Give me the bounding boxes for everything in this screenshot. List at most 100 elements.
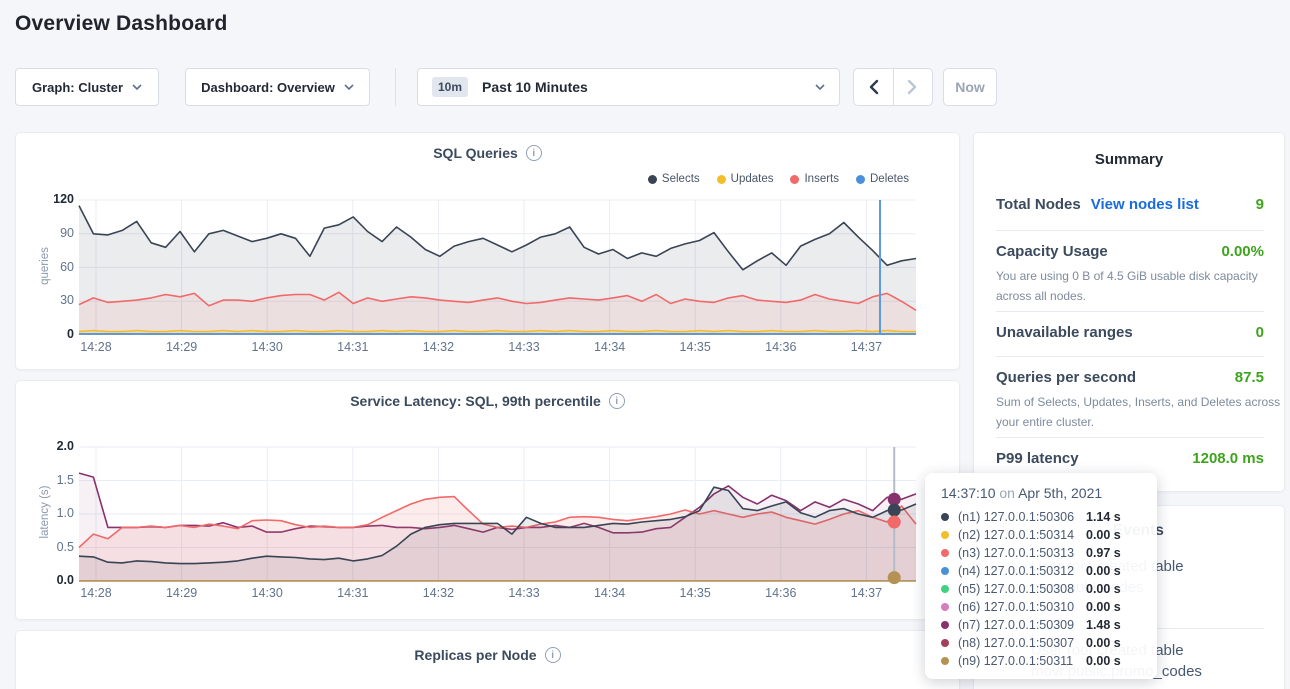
- x-axis-tick: 14:37: [844, 586, 888, 600]
- page-title: Overview Dashboard: [15, 12, 228, 36]
- summary-title: Summary: [974, 151, 1284, 168]
- info-icon[interactable]: i: [545, 647, 561, 663]
- time-range-dropdown[interactable]: 10m Past 10 Minutes: [417, 68, 840, 106]
- x-axis-tick: 14:36: [759, 586, 803, 600]
- y-axis-tick: 1.5: [30, 473, 74, 487]
- tooltip-node-value: 0.00 s: [1086, 654, 1121, 668]
- view-nodes-list-link[interactable]: View nodes list: [1091, 196, 1199, 213]
- series-dot-icon: [941, 585, 949, 593]
- chevron-down-icon: [344, 84, 354, 90]
- divider: [996, 356, 1264, 357]
- x-axis-tick: 14:37: [844, 340, 888, 354]
- tooltip-node-label: (n3) 127.0.0.1:50313: [958, 546, 1086, 560]
- tooltip-node-label: (n1) 127.0.0.1:50306: [958, 510, 1086, 524]
- hover-point-dot: [888, 516, 901, 529]
- y-axis-tick: 0.0: [30, 573, 74, 587]
- replicas-per-node-chart-card: Replicas per Node i: [15, 630, 960, 689]
- chevron-down-icon: [815, 84, 825, 90]
- tooltip-node-label: (n5) 127.0.0.1:50308: [958, 582, 1086, 596]
- chevron-down-icon: [132, 84, 142, 90]
- tooltip-node-label: (n8) 127.0.0.1:50307: [958, 636, 1086, 650]
- tooltip-node-row: (n9) 127.0.0.1:503110.00 s: [941, 652, 1143, 670]
- dashboard-label: Dashboard: Overview: [201, 80, 335, 95]
- legend-label: Deletes: [870, 173, 909, 185]
- summary-row-unavailable: Unavailable ranges 0: [996, 324, 1264, 341]
- tooltip-node-label: (n4) 127.0.0.1:50312: [958, 564, 1086, 578]
- time-next-button[interactable]: [893, 69, 933, 105]
- chart-legend: Selects Updates Inserts Deletes: [648, 173, 909, 185]
- info-icon[interactable]: i: [609, 393, 625, 409]
- legend-label: Inserts: [804, 173, 839, 185]
- summary-label: Total Nodes: [996, 196, 1081, 213]
- x-axis-tick: 14:33: [502, 340, 546, 354]
- tooltip-node-label: (n2) 127.0.0.1:50314: [958, 528, 1086, 542]
- x-axis-tick: 14:34: [588, 340, 632, 354]
- x-axis-tick: 14:35: [673, 586, 717, 600]
- legend-item-inserts[interactable]: Inserts: [790, 173, 839, 185]
- chart-title: Service Latency: SQL, 99th percentile: [350, 393, 601, 409]
- summary-label: Unavailable ranges: [996, 324, 1133, 341]
- x-axis-tick: 14:32: [416, 586, 460, 600]
- tooltip-node-row: (n5) 127.0.0.1:503080.00 s: [941, 580, 1143, 598]
- chevron-left-icon: [868, 79, 879, 95]
- x-axis-tick: 14:30: [245, 340, 289, 354]
- legend-item-updates[interactable]: Updates: [717, 173, 774, 185]
- divider: [996, 311, 1264, 312]
- dashboard-dropdown[interactable]: Dashboard: Overview: [185, 68, 370, 106]
- tooltip-node-row: (n6) 127.0.0.1:503100.00 s: [941, 598, 1143, 616]
- legend-item-selects[interactable]: Selects: [648, 173, 700, 185]
- divider: [996, 437, 1264, 438]
- summary-label: Capacity Usage: [996, 243, 1108, 260]
- now-button[interactable]: Now: [943, 68, 997, 106]
- time-nav-group: [853, 68, 933, 106]
- series-dot-icon: [856, 175, 865, 184]
- series-dot-icon: [717, 175, 726, 184]
- series-dot-icon: [941, 531, 949, 539]
- tooltip-node-value: 0.00 s: [1086, 636, 1121, 650]
- summary-row-qps: Queries per second 87.5: [996, 369, 1264, 386]
- y-axis-tick: 0: [30, 327, 74, 341]
- series-dot-icon: [941, 603, 949, 611]
- graph-scope-dropdown[interactable]: Graph: Cluster: [15, 68, 159, 106]
- y-axis-tick: 1.0: [30, 506, 74, 520]
- series-dot-icon: [941, 621, 949, 629]
- x-axis-tick: 14:33: [502, 586, 546, 600]
- summary-label: Queries per second: [996, 369, 1136, 386]
- summary-row-p99: P99 latency 1208.0 ms: [996, 450, 1264, 467]
- x-axis-tick: 14:29: [160, 586, 204, 600]
- x-axis-tick: 14:31: [331, 340, 375, 354]
- y-axis-tick: 2.0: [30, 439, 74, 453]
- y-axis-tick: 30: [30, 293, 74, 307]
- hover-point-dot: [888, 571, 901, 584]
- x-axis-tick: 14:30: [245, 586, 289, 600]
- y-axis-tick: 0.5: [30, 540, 74, 554]
- tooltip-node-label: (n9) 127.0.0.1:50311: [958, 654, 1086, 668]
- service-latency-plot[interactable]: [79, 447, 916, 581]
- summary-value: 9: [1256, 196, 1264, 213]
- series-dot-icon: [941, 549, 949, 557]
- summary-value: 87.5: [1235, 369, 1264, 386]
- series-dot-icon: [941, 567, 949, 575]
- chart-hover-tooltip: 14:37:10 on Apr 5th, 2021 (n1) 127.0.0.1…: [925, 473, 1157, 679]
- series-dot-icon: [790, 175, 799, 184]
- time-prev-button[interactable]: [854, 69, 893, 105]
- tooltip-node-row: (n7) 127.0.0.1:503091.48 s: [941, 616, 1143, 634]
- x-axis-tick: 14:28: [74, 586, 118, 600]
- tooltip-node-row: (n3) 127.0.0.1:503130.97 s: [941, 544, 1143, 562]
- divider: [996, 230, 1264, 231]
- hover-point-dot: [888, 503, 901, 516]
- sql-queries-plot[interactable]: [79, 200, 916, 335]
- x-axis-tick: 14:28: [74, 340, 118, 354]
- tooltip-node-value: 1.14 s: [1086, 510, 1121, 524]
- info-icon[interactable]: i: [526, 145, 542, 161]
- chevron-right-icon: [907, 79, 918, 95]
- series-dot-icon: [648, 175, 657, 184]
- legend-label: Updates: [731, 173, 774, 185]
- legend-item-deletes[interactable]: Deletes: [856, 173, 909, 185]
- summary-row-capacity: Capacity Usage 0.00%: [996, 243, 1264, 260]
- tooltip-node-value: 0.00 s: [1086, 564, 1121, 578]
- graph-scope-label: Graph: Cluster: [32, 80, 123, 95]
- y-axis-tick: 60: [30, 260, 74, 274]
- y-axis-tick: 90: [30, 226, 74, 240]
- tooltip-timestamp: 14:37:10 on Apr 5th, 2021: [941, 485, 1143, 501]
